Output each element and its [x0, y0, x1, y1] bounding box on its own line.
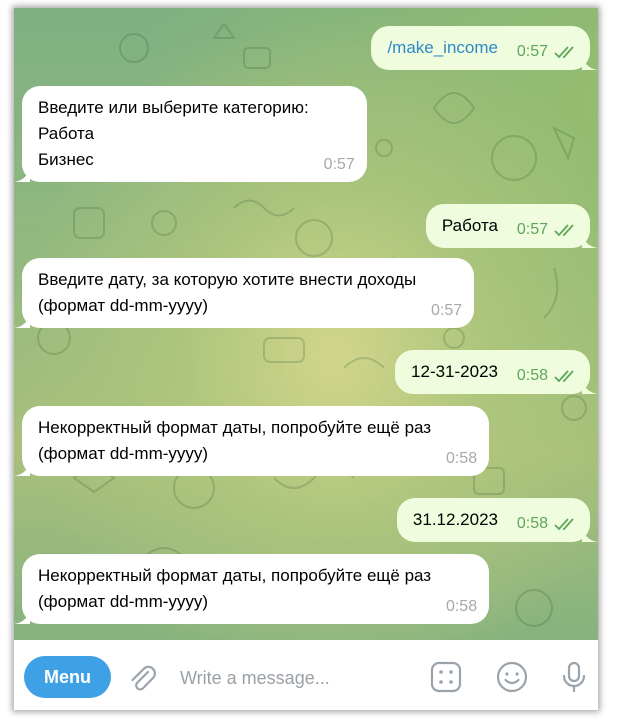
- message-time: 0:57: [431, 302, 463, 319]
- incoming-message[interactable]: Некорректный формат даты, попробуйте ещё…: [14, 554, 490, 624]
- bot-command-link[interactable]: /make_income: [387, 38, 498, 57]
- outgoing-message[interactable]: 31.12.2023 0:58: [396, 498, 598, 542]
- message-time: 0:58: [516, 515, 548, 532]
- message-time: 0:57: [323, 156, 355, 173]
- incoming-message[interactable]: Некорректный формат даты, попробуйте ещё…: [14, 406, 490, 476]
- message-line: Введите дату, за которую хотите внести д…: [38, 270, 417, 289]
- bubble-tail: [14, 460, 30, 476]
- double-check-icon: [554, 518, 574, 531]
- message-text: Работа: [441, 216, 498, 235]
- message-composer: Menu: [14, 640, 598, 710]
- chat-area[interactable]: /make_income 0:57 Введите или выберите к…: [14, 8, 598, 640]
- incoming-message[interactable]: Введите или выберите категорию: Работа Б…: [14, 86, 367, 182]
- message-time: 0:57: [516, 221, 548, 238]
- outgoing-message[interactable]: Работа 0:57: [425, 204, 598, 248]
- message-line: Введите или выберите категорию:: [38, 98, 309, 117]
- message-text: 12-31-2023: [411, 362, 498, 381]
- message-time: 0:58: [445, 598, 478, 615]
- message-line: (формат dd-mm-yyyy): [38, 592, 209, 611]
- outgoing-message[interactable]: /make_income 0:57: [371, 26, 598, 70]
- paperclip-icon[interactable]: [126, 662, 158, 694]
- bot-menu-button[interactable]: Menu: [24, 656, 111, 698]
- bubble-tail: [582, 378, 598, 394]
- bubble-tail: [582, 526, 598, 542]
- message-line: (формат dd-mm-yyyy): [38, 444, 209, 463]
- double-check-icon: [554, 46, 574, 59]
- emoji-icon[interactable]: [494, 659, 530, 695]
- message-time: 0:58: [445, 450, 478, 467]
- bubble-tail: [582, 232, 598, 248]
- message-line: Некорректный формат даты, попробуйте ещё…: [38, 566, 432, 585]
- message-input[interactable]: [178, 662, 422, 694]
- message-time: 0:58: [516, 367, 548, 384]
- bubble-tail: [14, 166, 30, 182]
- message-text: 31.12.2023: [412, 510, 498, 529]
- microphone-icon[interactable]: [556, 659, 592, 695]
- double-check-icon: [554, 224, 574, 237]
- bot-commands-icon[interactable]: [428, 659, 464, 695]
- outgoing-message[interactable]: 12-31-2023 0:58: [395, 350, 598, 394]
- category-option-business: Бизнес: [38, 150, 94, 169]
- message-line: Некорректный формат даты, попробуйте ещё…: [38, 418, 432, 437]
- message-time: 0:57: [516, 43, 548, 60]
- double-check-icon: [554, 370, 574, 383]
- incoming-message[interactable]: Введите дату, за которую хотите внести д…: [14, 258, 475, 328]
- message-line: (формат dd-mm-yyyy): [38, 296, 209, 315]
- bubble-tail: [14, 312, 30, 328]
- telegram-chat-window: /make_income 0:57 Введите или выберите к…: [14, 8, 598, 710]
- bubble-tail: [582, 54, 598, 70]
- bubble-tail: [14, 608, 30, 624]
- category-option-work: Работа: [38, 124, 95, 143]
